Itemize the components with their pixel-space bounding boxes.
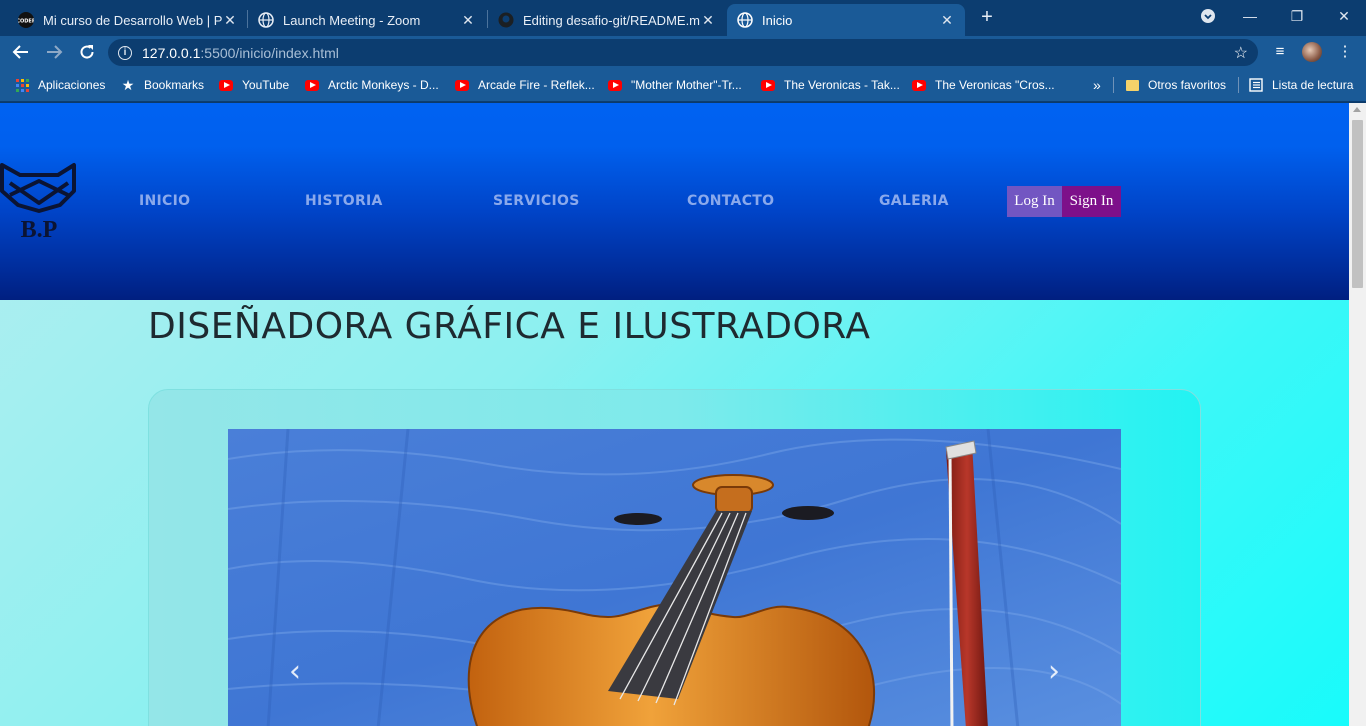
browser-tab-bar: CODER Mi curso de Desarrollo Web | Plat …	[0, 0, 1366, 36]
close-icon[interactable]: ✕	[222, 12, 238, 29]
coderhouse-icon: CODER	[18, 12, 34, 28]
profile-avatar[interactable]	[1302, 42, 1322, 62]
new-tab-button[interactable]: +	[976, 6, 998, 28]
bookmark-label: Otros favoritos	[1148, 78, 1227, 92]
address-bar[interactable]: i 127.0.0.1:5500/inicio/index.html ☆	[108, 39, 1258, 66]
bookmark-veronicas-2[interactable]: The Veronicas "Cros...	[912, 68, 1055, 102]
logo-text: B.P	[21, 217, 58, 241]
bookmark-arcade-fire[interactable]: Arcade Fire - Reflek...	[455, 68, 595, 102]
forward-button[interactable]	[42, 40, 66, 64]
minimize-button[interactable]: —	[1238, 4, 1262, 28]
tab-title: Editing desafio-git/README.md a	[523, 12, 700, 28]
violin-photo	[228, 429, 1121, 726]
youtube-icon	[608, 78, 622, 92]
nav-inicio[interactable]: INICIO	[139, 193, 190, 209]
star-icon: ★	[121, 76, 135, 93]
bookmark-label: Bookmarks	[144, 78, 205, 92]
url-path: :5500/inicio/index.html	[200, 44, 339, 61]
close-icon[interactable]: ✕	[700, 12, 716, 29]
folder-icon	[1125, 78, 1139, 92]
apps-grid-icon	[15, 78, 29, 92]
close-icon[interactable]: ✕	[460, 12, 476, 29]
youtube-icon	[912, 78, 926, 92]
youtube-icon	[761, 78, 775, 92]
bookmark-label: YouTube	[242, 78, 290, 92]
bookmarks-overflow-button[interactable]: »	[1093, 68, 1101, 102]
page-scrollbar[interactable]	[1349, 103, 1366, 726]
tab-title: Launch Meeting - Zoom	[283, 12, 421, 28]
bookmark-veronicas-1[interactable]: The Veronicas - Tak...	[761, 68, 900, 102]
bookmark-label: Arcade Fire - Reflek...	[478, 78, 595, 92]
chevron-right-icon[interactable]: ›	[1039, 657, 1069, 687]
bookmark-youtube[interactable]: YouTube	[219, 68, 289, 102]
nav-servicios[interactable]: SERVICIOS	[493, 193, 580, 209]
tab-github[interactable]: Editing desafio-git/README.md a ✕	[488, 4, 726, 36]
url-host: 127.0.0.1	[142, 44, 201, 61]
globe-icon	[737, 12, 753, 28]
login-button[interactable]: Log In	[1007, 186, 1062, 217]
bookmark-label: Lista de lectura	[1272, 78, 1354, 92]
globe-icon	[258, 12, 274, 28]
bookmark-apps[interactable]: Aplicaciones	[15, 68, 105, 102]
tab-search-button[interactable]	[1196, 4, 1220, 28]
bookmark-label: "Mother Mother"-Tr...	[631, 78, 742, 92]
site-info-icon[interactable]: i	[118, 45, 132, 60]
bookmark-separator	[1238, 77, 1239, 93]
bookmark-arctic-monkeys[interactable]: Arctic Monkeys - D...	[305, 68, 439, 102]
bookmark-bookmarks[interactable]: ★ Bookmarks	[121, 68, 204, 102]
tab-title: Mi curso de Desarrollo Web | Plat	[43, 12, 222, 28]
menu-kebab-icon[interactable]: ⋮	[1335, 42, 1355, 62]
bookmark-separator	[1113, 77, 1114, 93]
nav-galeria[interactable]: GALERIA	[879, 193, 949, 209]
close-window-button[interactable]: ✕	[1332, 4, 1356, 28]
tab-zoom[interactable]: Launch Meeting - Zoom ✕	[248, 4, 486, 36]
youtube-icon	[219, 78, 233, 92]
bookmark-label: The Veronicas - Tak...	[784, 78, 900, 92]
reading-list-icon	[1249, 78, 1263, 92]
reading-list-button[interactable]: Lista de lectura	[1249, 68, 1353, 102]
scrollbar-thumb[interactable]	[1352, 120, 1363, 288]
bookmark-label: Arctic Monkeys - D...	[328, 78, 439, 92]
browser-toolbar: i 127.0.0.1:5500/inicio/index.html ☆ ≡ ⋮	[0, 36, 1366, 68]
nav-contacto[interactable]: CONTACTO	[687, 193, 774, 209]
site-header: B.P INICIO HISTORIA SERVICIOS CONTACTO G…	[0, 103, 1349, 300]
bookmarks-bar: Aplicaciones ★ Bookmarks YouTube Arctic …	[0, 68, 1366, 102]
svg-text:CODER: CODER	[18, 19, 34, 25]
youtube-icon	[305, 78, 319, 92]
signin-button[interactable]: Sign In	[1062, 186, 1121, 217]
page-headline: DISEÑADORA GRÁFICA E ILUSTRADORA	[148, 306, 871, 347]
site-logo[interactable]: B.P	[0, 161, 78, 243]
close-icon[interactable]: ✕	[939, 12, 955, 29]
bookmark-star-icon[interactable]: ☆	[1234, 43, 1248, 63]
media-control-icon[interactable]: ≡	[1270, 42, 1290, 62]
scroll-up-arrow-icon[interactable]	[1353, 107, 1361, 112]
youtube-icon	[455, 78, 469, 92]
back-button[interactable]	[9, 40, 33, 64]
bookmark-other-favorites[interactable]: Otros favoritos	[1125, 68, 1226, 102]
restore-button[interactable]: ❐	[1285, 4, 1309, 28]
bookmark-label: The Veronicas "Cros...	[935, 78, 1055, 92]
bookmark-label: Aplicaciones	[38, 78, 106, 92]
github-icon	[498, 12, 514, 28]
nav-historia[interactable]: HISTORIA	[305, 193, 383, 209]
bookmark-mother-mother[interactable]: "Mother Mother"-Tr...	[608, 68, 742, 102]
page-viewport: B.P INICIO HISTORIA SERVICIOS CONTACTO G…	[0, 103, 1349, 726]
tab-coderhouse[interactable]: CODER Mi curso de Desarrollo Web | Plat …	[8, 4, 248, 36]
chevron-left-icon[interactable]: ‹	[280, 657, 310, 687]
reload-button[interactable]	[75, 40, 99, 64]
image-carousel[interactable]: ‹ ›	[228, 429, 1121, 726]
tab-title: Inicio	[762, 12, 793, 28]
tab-inicio[interactable]: Inicio ✕	[727, 4, 965, 36]
